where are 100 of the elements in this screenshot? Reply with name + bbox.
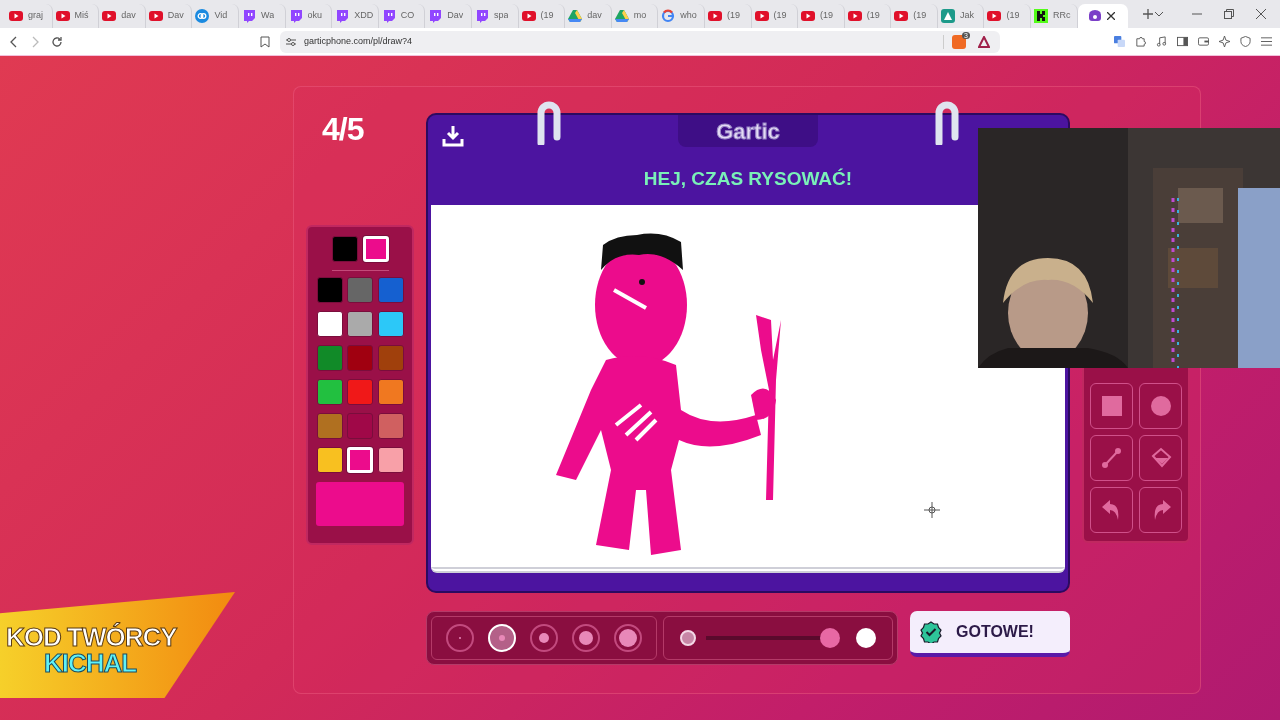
tab-title: dav — [121, 9, 136, 23]
video-play-icon — [102, 9, 117, 23]
color-swatch[interactable] — [377, 447, 404, 473]
chat-bubble-icon — [474, 9, 489, 23]
color-swatch[interactable] — [377, 311, 404, 337]
checkmark-icon — [920, 621, 942, 643]
color-swatch[interactable] — [347, 345, 374, 371]
video-play-icon — [847, 9, 862, 23]
video-play-icon — [894, 9, 909, 23]
tab-title: who — [680, 9, 697, 23]
video-play-icon — [754, 9, 769, 23]
tab-title: (19 — [1006, 9, 1020, 23]
tab-title: Wa — [260, 9, 275, 23]
round-counter: 4/5 — [322, 113, 365, 145]
brand-logo: Gartic — [716, 117, 780, 146]
crosshair-icon — [924, 502, 940, 518]
brush-size-button[interactable] — [614, 624, 642, 652]
tool-button[interactable] — [1139, 435, 1182, 481]
tool-button[interactable] — [1090, 487, 1133, 533]
color-swatch[interactable] — [317, 379, 343, 405]
music-note-icon[interactable] — [1156, 36, 1167, 47]
app-icon — [940, 9, 955, 23]
tool-button[interactable] — [1139, 383, 1182, 429]
color-swatch[interactable] — [317, 277, 343, 303]
color-swatch[interactable] — [347, 413, 374, 439]
square-icon — [1099, 394, 1124, 418]
drawing-canvas[interactable] — [431, 205, 1065, 573]
color-swatch[interactable] — [317, 413, 343, 439]
color-swatch[interactable] — [377, 345, 404, 371]
color-swatch[interactable] — [347, 379, 374, 405]
tab-title: Miś — [74, 9, 89, 23]
brush-size-button[interactable] — [572, 624, 600, 652]
sparkle-icon[interactable] — [1219, 36, 1230, 47]
tab-title: oku — [307, 9, 323, 23]
square-logo-icon — [1034, 9, 1049, 23]
circle-icon — [1148, 394, 1173, 418]
video-play-icon — [9, 9, 23, 23]
tab-title: (19 — [913, 9, 927, 23]
letter-g-icon — [661, 9, 676, 23]
wallet-icon[interactable] — [1198, 36, 1209, 47]
color-swatch[interactable] — [317, 447, 343, 473]
shield-icon[interactable] — [1240, 36, 1251, 47]
tab-title: (19 — [726, 9, 740, 23]
slider-thumb[interactable] — [820, 628, 840, 648]
video-play-icon — [801, 9, 816, 23]
back-icon[interactable] — [9, 35, 19, 48]
video-play-icon — [55, 9, 70, 23]
url-text: garticphone.com/pl/draw?4 — [304, 34, 413, 48]
translate-icon[interactable] — [1114, 36, 1125, 47]
chat-bubble-icon — [428, 9, 443, 23]
video-play-icon — [148, 9, 163, 23]
tab-title: (19 — [773, 9, 787, 23]
tab-title: graj — [28, 9, 43, 23]
color-swatch[interactable] — [317, 345, 343, 371]
tab-title: CO — [400, 9, 415, 23]
chat-bubble-icon — [335, 9, 350, 23]
chat-bubble-icon — [241, 9, 256, 23]
video-play-icon — [987, 9, 1002, 23]
color-swatch[interactable] — [377, 379, 404, 405]
color-swatch[interactable] — [317, 311, 343, 337]
creator-code-label: KOD TWÓRCY — [6, 624, 178, 650]
tune-icon — [286, 36, 296, 47]
tool-button[interactable] — [1090, 383, 1133, 429]
bookmark-icon[interactable] — [260, 35, 270, 48]
tab-title: (19 — [866, 9, 880, 23]
tool-button[interactable] — [1090, 435, 1133, 481]
triangle-icon[interactable] — [978, 35, 990, 48]
tab-title: Dav — [447, 9, 464, 23]
tab-title: mo — [633, 9, 647, 23]
brush-size-button[interactable] — [530, 624, 558, 652]
color-swatch[interactable] — [377, 413, 404, 439]
color-swatch[interactable] — [377, 277, 404, 303]
video-play-icon — [707, 9, 722, 23]
tab-title: (19 — [820, 9, 834, 23]
triangle-icon — [568, 9, 583, 23]
menu-icon[interactable] — [1261, 36, 1272, 47]
close-icon[interactable] — [1256, 9, 1266, 19]
triangle-icon — [614, 9, 629, 23]
close-icon[interactable] — [1106, 12, 1115, 20]
sidebar-icon[interactable] — [1177, 36, 1188, 47]
reload-icon[interactable] — [51, 35, 63, 48]
browser-tab[interactable] — [1077, 4, 1128, 28]
color-swatch[interactable] — [347, 277, 374, 303]
prompt-heading: HEJ, CZAS RYSOWAĆ! — [643, 167, 853, 191]
color-swatch[interactable] — [347, 311, 374, 337]
tab-title: Vid — [214, 9, 228, 23]
tab-title: spa — [493, 9, 509, 23]
download-icon[interactable] — [442, 125, 464, 147]
restore-icon[interactable] — [1224, 9, 1234, 19]
line-icon — [1099, 446, 1124, 470]
chevron-down-icon[interactable] — [1154, 9, 1164, 19]
done-button[interactable]: GOTOWE! — [910, 611, 1070, 657]
creator-code: KICHAL — [44, 650, 138, 676]
new-tab-icon[interactable] — [1141, 8, 1154, 20]
telephone-icon — [1087, 9, 1102, 23]
color-swatch[interactable] — [331, 236, 358, 262]
tab-title: (19 — [540, 9, 554, 23]
puzzle-icon[interactable] — [1135, 36, 1146, 47]
tool-button[interactable] — [1139, 487, 1182, 533]
tab-title: dav — [587, 9, 602, 23]
